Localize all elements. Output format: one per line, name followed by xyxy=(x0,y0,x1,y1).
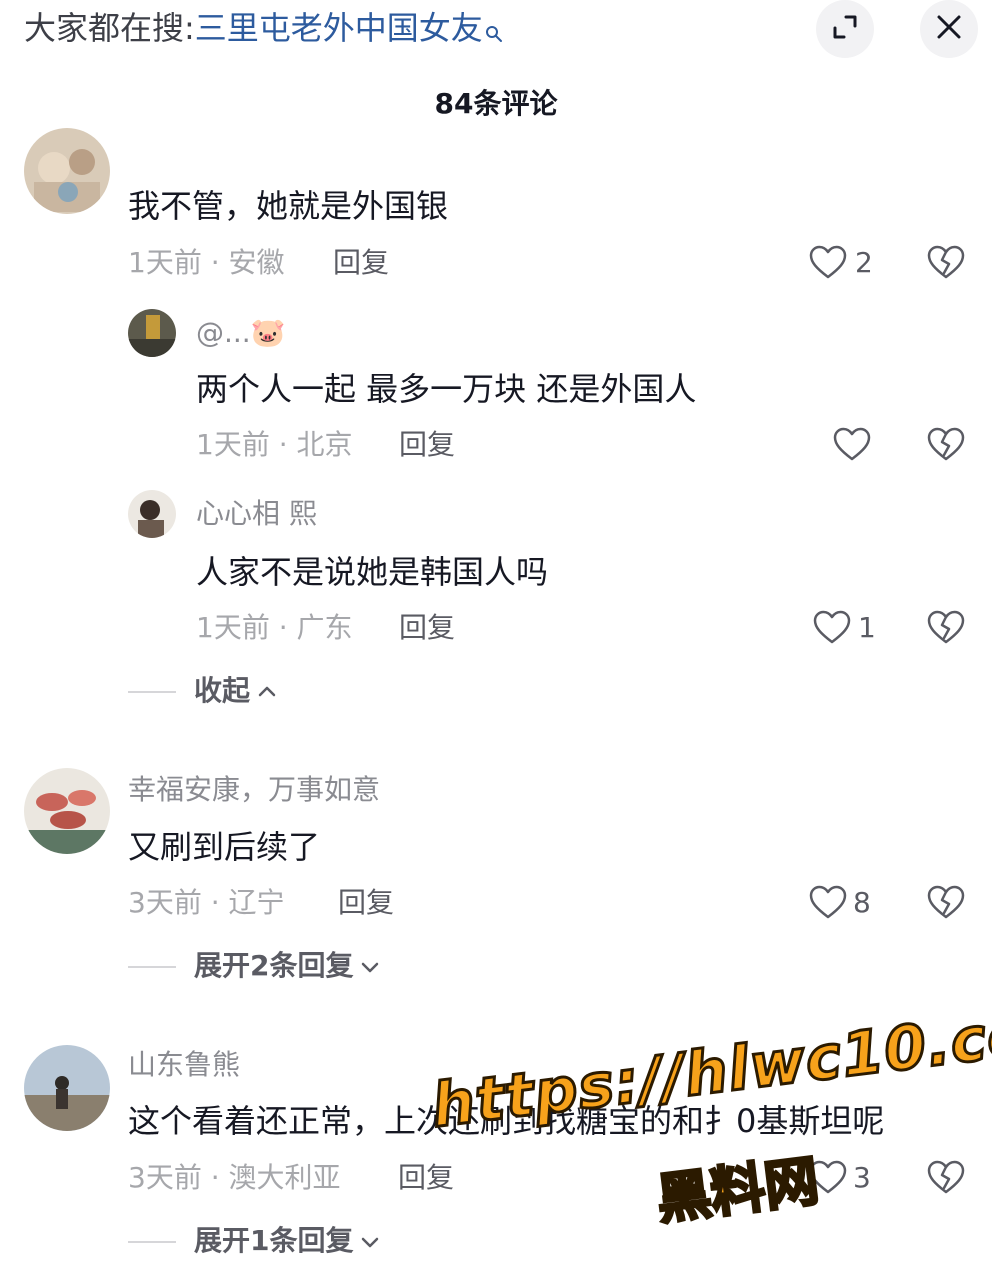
thread-divider xyxy=(128,1241,176,1243)
chevron-down-icon xyxy=(362,1237,379,1248)
expand-icon xyxy=(831,13,859,45)
reply-button[interactable]: 回复 xyxy=(399,609,455,647)
broken-heart-icon[interactable] xyxy=(926,883,966,923)
comment-text: 又刷到后续了 xyxy=(128,828,321,866)
comment-username[interactable]: 心心相 熙 xyxy=(196,495,317,533)
search-suggestion-query[interactable]: 三里屯老外中国女友 xyxy=(195,9,483,47)
broken-heart-icon[interactable] xyxy=(926,1158,966,1198)
comment-username[interactable]: 山东鲁熊 xyxy=(128,1046,240,1084)
collapse-replies-label: 收起 xyxy=(194,674,251,707)
reply-button[interactable]: 回复 xyxy=(338,884,394,922)
comment-username[interactable]: @...🐷 xyxy=(196,314,286,352)
reply-button[interactable]: 回复 xyxy=(333,244,389,282)
thread-divider xyxy=(128,966,176,968)
search-suggestion-prefix: 大家都在搜: xyxy=(24,9,195,47)
comment-username[interactable]: 幸福安康，万事如意 xyxy=(128,771,380,809)
comment-text: 人家不是说她是韩国人吗 xyxy=(196,553,549,591)
close-button[interactable] xyxy=(920,0,978,58)
heart-outline-icon[interactable] xyxy=(808,243,848,283)
like-count: 1 xyxy=(858,611,876,644)
like-count: 2 xyxy=(855,246,873,279)
watermark-name: 黑料网 xyxy=(652,1148,823,1233)
chevron-down-icon xyxy=(362,962,379,973)
like-count: 8 xyxy=(853,886,871,919)
avatar[interactable] xyxy=(24,768,110,854)
comment-time-location: 3天前 · 澳大利亚 xyxy=(128,1161,341,1194)
broken-heart-icon[interactable] xyxy=(926,425,966,465)
reply-button[interactable]: 回复 xyxy=(399,426,455,464)
comment-time-location: 1天前 · 广东 xyxy=(196,611,353,644)
search-icon xyxy=(485,10,503,54)
reply-button[interactable]: 回复 xyxy=(398,1159,454,1197)
broken-heart-icon[interactable] xyxy=(926,243,966,283)
like-count: 3 xyxy=(853,1161,871,1194)
expand-button[interactable] xyxy=(816,0,874,58)
comment-time-location: 3天前 · 辽宁 xyxy=(128,886,285,919)
thread-divider xyxy=(128,691,176,693)
close-icon xyxy=(935,13,963,45)
search-suggestion[interactable]: 大家都在搜:三里屯老外中国女友 xyxy=(24,6,503,54)
avatar[interactable] xyxy=(128,490,176,538)
comment-time-location: 1天前 · 安徽 xyxy=(128,246,285,279)
expand-replies-button[interactable]: 展开1条回复 xyxy=(194,1222,381,1260)
expand-replies-label: 展开1条回复 xyxy=(194,1224,354,1257)
collapse-replies-button[interactable]: 收起 xyxy=(194,672,278,710)
heart-outline-icon[interactable] xyxy=(832,425,872,465)
comment-text: 我不管，她就是外国银 xyxy=(128,187,449,225)
comment-count-title: 84条评论 xyxy=(434,87,558,120)
avatar[interactable] xyxy=(24,128,110,214)
broken-heart-icon[interactable] xyxy=(926,608,966,648)
avatar[interactable] xyxy=(24,1045,110,1131)
comment-text: 两个人一起 最多一万块 还是外国人 xyxy=(196,370,697,408)
expand-replies-button[interactable]: 展开2条回复 xyxy=(194,947,381,985)
avatar[interactable] xyxy=(128,309,176,357)
comment-time-location: 1天前 · 北京 xyxy=(196,428,353,461)
heart-outline-icon[interactable] xyxy=(812,608,852,648)
heart-outline-icon[interactable] xyxy=(808,883,848,923)
expand-replies-label: 展开2条回复 xyxy=(194,949,354,982)
chevron-up-icon xyxy=(258,686,276,697)
